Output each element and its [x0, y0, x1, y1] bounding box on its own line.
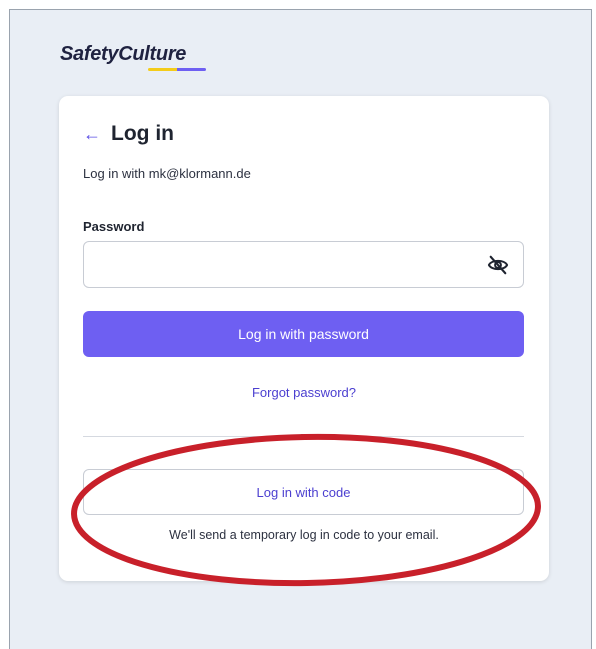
- page-title: Log in: [111, 122, 174, 145]
- login-with-password-button[interactable]: Log in with password: [83, 311, 524, 357]
- title-row: ← Log in: [83, 122, 174, 146]
- divider-text: or: [293, 431, 315, 443]
- login-card: ← Log in Log in with mk@klormann.de Pass…: [59, 96, 549, 581]
- password-input[interactable]: [84, 242, 474, 287]
- login-with-code-button[interactable]: Log in with code: [83, 469, 524, 515]
- forgot-password-link[interactable]: Forgot password?: [59, 385, 549, 400]
- divider-label: or: [59, 431, 549, 443]
- password-field[interactable]: [83, 241, 524, 288]
- password-label: Password: [83, 219, 145, 234]
- login-subtitle: Log in with mk@klormann.de: [83, 166, 251, 181]
- code-hint: We'll send a temporary log in code to yo…: [169, 528, 439, 542]
- eye-slash-icon[interactable]: [487, 255, 509, 275]
- logo-text: SafetyCulture: [60, 43, 187, 65]
- logo-underline: [148, 68, 206, 71]
- page-background: SafetyCulture ← Log in Log in with mk@kl…: [9, 9, 592, 649]
- arrow-left-icon[interactable]: ←: [83, 125, 101, 143]
- safetyculture-logo: SafetyCulture: [60, 43, 206, 71]
